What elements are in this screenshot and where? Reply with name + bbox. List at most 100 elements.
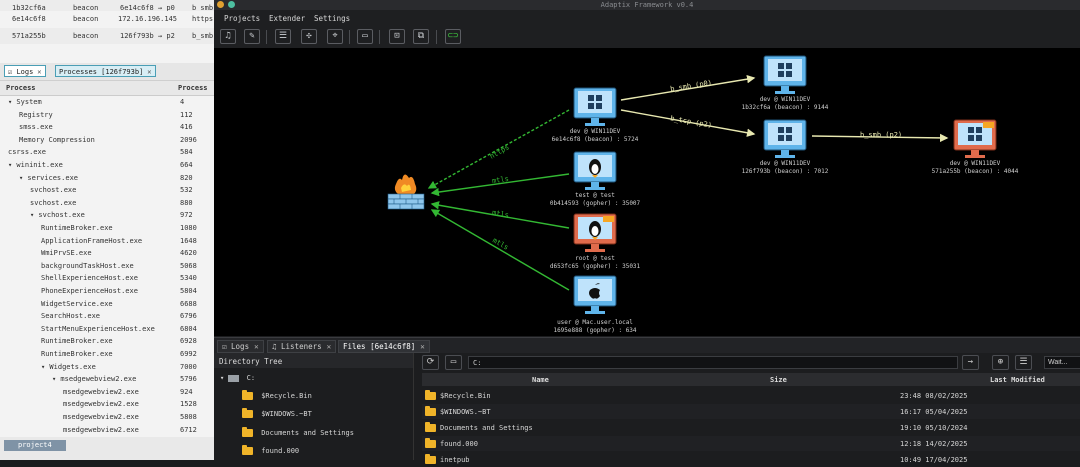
table-row[interactable]: $WINDOWS.~BT 16:17 05/04/2025 bbox=[422, 404, 1080, 419]
table-row[interactable]: ▾ services.exe 820 bbox=[0, 172, 214, 185]
table-row[interactable]: SearchHost.exe 6796 bbox=[0, 310, 214, 323]
node-label: dev @ WIN11DEV 126f793b (beacon) : 7012 bbox=[741, 160, 829, 175]
terminal-icon[interactable]: ▭ bbox=[357, 29, 373, 44]
windows-host-icon[interactable] bbox=[953, 119, 997, 158]
table-row[interactable]: WidgetService.exe 6688 bbox=[0, 298, 214, 311]
mac-host-icon[interactable] bbox=[573, 275, 617, 314]
table-row[interactable]: msedgewebview2.exe 6712 bbox=[0, 424, 214, 437]
file-name: Documents and Settings bbox=[440, 424, 533, 432]
table-row[interactable]: msedgewebview2.exe 924 bbox=[0, 386, 214, 399]
table-row[interactable]: ▾ Widgets.exe 7000 bbox=[0, 361, 214, 374]
process-pid: 5340 bbox=[180, 274, 197, 283]
tab-logs[interactable]: ☑ Logs ✕ bbox=[4, 65, 46, 77]
tab-listeners[interactable]: ♫ Listeners ✕ bbox=[267, 340, 337, 353]
close-icon[interactable]: ✕ bbox=[327, 342, 332, 351]
process-name: msedgewebview2.exe bbox=[63, 400, 139, 409]
session-graph: dev @ WIN11DEV 6e14c6f8 (beacon) : 5724 … bbox=[214, 48, 1080, 336]
arrow-right-icon[interactable]: → bbox=[962, 355, 979, 370]
tree-item[interactable]: Documents and Settings bbox=[242, 427, 354, 437]
tree-root[interactable]: ▾ C: bbox=[220, 374, 255, 382]
windows-host-icon[interactable] bbox=[573, 87, 617, 126]
process-pid: 584 bbox=[180, 148, 193, 157]
folder-open-icon[interactable]: ▭ bbox=[445, 355, 462, 370]
toolbar-separator bbox=[436, 30, 437, 44]
left-panel: 1b32cf6a beacon 6e14c6f8 → p0 b_smb 6e14… bbox=[0, 0, 214, 460]
path-input[interactable] bbox=[468, 356, 958, 369]
refresh-icon[interactable]: ⟳ bbox=[422, 355, 439, 370]
linux-host-icon[interactable] bbox=[573, 151, 617, 190]
table-row[interactable]: Registry 112 bbox=[0, 109, 214, 122]
table-row[interactable]: msedgewebview2.exe 5808 bbox=[0, 411, 214, 424]
menu-projects[interactable]: Projects bbox=[224, 14, 260, 23]
process-pid: 6992 bbox=[180, 350, 197, 358]
table-row[interactable]: ▾ System 4 bbox=[0, 96, 214, 109]
table-row[interactable]: $Recycle.Bin 23:48 08/02/2025 bbox=[422, 388, 1080, 403]
table-row[interactable]: 571a255b beacon 126f793b → p2 b_smb bbox=[0, 28, 214, 44]
table-row[interactable]: ▾ msedgewebview2.exe 5796 bbox=[0, 373, 214, 386]
tree-item[interactable]: found.000 bbox=[242, 445, 299, 455]
tree-item[interactable]: $Recycle.Bin bbox=[242, 390, 312, 400]
table-row[interactable]: msedgewebview2.exe 1528 bbox=[0, 398, 214, 411]
node-label: test @ test 0b414593 (gopher) : 35007 bbox=[549, 192, 641, 207]
menu-extender[interactable]: Extender bbox=[269, 14, 305, 23]
table-row[interactable]: found.000 12:18 14/02/2025 bbox=[422, 436, 1080, 451]
process-name: msedgewebview2.exe bbox=[63, 425, 139, 434]
close-icon[interactable]: ✕ bbox=[254, 342, 259, 351]
headphones-icon[interactable]: ♫ bbox=[220, 29, 236, 44]
screenshot-icon[interactable]: ⧉ bbox=[413, 29, 429, 44]
title-bar: Adaptix Framework v0.4 bbox=[214, 0, 1080, 10]
table-row[interactable]: ▾ svchost.exe 972 bbox=[0, 209, 214, 222]
table-row[interactable]: ▾ wininit.exe 664 bbox=[0, 159, 214, 172]
process-name: SearchHost.exe bbox=[41, 312, 101, 321]
list-icon[interactable]: ☰ bbox=[275, 29, 291, 44]
table-row[interactable]: StartMenuExperienceHost.exe 6804 bbox=[0, 323, 214, 336]
toolbar-separator bbox=[379, 30, 380, 44]
table-row[interactable]: WmiPrvSE.exe 4620 bbox=[0, 247, 214, 260]
table-row[interactable]: csrss.exe 584 bbox=[0, 146, 214, 159]
chevron-down-icon: ▾ bbox=[220, 374, 229, 382]
close-icon[interactable]: ✕ bbox=[37, 68, 41, 76]
windows-host-icon[interactable] bbox=[763, 119, 807, 158]
table-row[interactable]: RuntimeBroker.exe 1080 bbox=[0, 222, 214, 235]
process-name: svchost.exe bbox=[30, 186, 77, 195]
menu-settings[interactable]: Settings bbox=[314, 14, 350, 23]
table-row[interactable]: svchost.exe 532 bbox=[0, 184, 214, 197]
process-name: ▾ msedgewebview2.exe bbox=[52, 375, 137, 384]
table-row[interactable]: PhoneExperienceHost.exe 5804 bbox=[0, 285, 214, 298]
table-row[interactable]: RuntimeBroker.exe 6992 bbox=[0, 348, 214, 361]
process-pid: 6804 bbox=[180, 324, 197, 333]
process-name: PhoneExperienceHost.exe bbox=[41, 287, 138, 295]
close-icon[interactable]: ✕ bbox=[147, 68, 151, 76]
table-row[interactable]: ApplicationFrameHost.exe 1648 bbox=[0, 235, 214, 248]
listener-firewall-icon[interactable] bbox=[387, 174, 425, 210]
table-row[interactable]: Memory Compression 2096 bbox=[0, 134, 214, 147]
node-label: dev @ WIN11DEV 1b32cf6a (beacon) : 9144 bbox=[741, 96, 829, 111]
folder-icon bbox=[425, 390, 436, 400]
windows-host-icon[interactable] bbox=[763, 55, 807, 94]
close-icon[interactable]: ✕ bbox=[420, 342, 425, 351]
list-icon[interactable]: ☰ bbox=[1015, 355, 1032, 370]
table-row[interactable]: 6e14c6f8 beacon 172.16.196.145 https bbox=[0, 11, 214, 27]
upload-icon[interactable]: ⊕ bbox=[992, 355, 1009, 370]
table-row[interactable]: Documents and Settings 19:10 05/10/2024 bbox=[422, 420, 1080, 435]
tab-processes[interactable]: Processes [126f793b] ✕ bbox=[55, 65, 156, 77]
table-row[interactable]: smss.exe 416 bbox=[0, 121, 214, 134]
table-row[interactable]: svchost.exe 880 bbox=[0, 197, 214, 210]
process-pid: 1080 bbox=[180, 224, 197, 232]
linux-host-icon[interactable] bbox=[573, 213, 617, 252]
target-icon[interactable]: ⌖ bbox=[327, 29, 343, 44]
table-row[interactable]: ShellExperienceHost.exe 5340 bbox=[0, 272, 214, 285]
log-icon[interactable]: ⊡ bbox=[389, 29, 405, 44]
process-name: ▾ svchost.exe bbox=[30, 211, 85, 220]
project-tab[interactable]: project4 bbox=[4, 440, 66, 451]
process-pid: 532 bbox=[180, 186, 193, 195]
table-row[interactable]: RuntimeBroker.exe 6928 bbox=[0, 335, 214, 348]
graph-icon[interactable]: ✣ bbox=[301, 29, 317, 44]
process-name: backgroundTaskHost.exe bbox=[41, 261, 134, 270]
table-row[interactable]: backgroundTaskHost.exe 5068 bbox=[0, 260, 214, 273]
tab-files[interactable]: Files [6e14c6f8] ✕ bbox=[338, 340, 430, 353]
link-icon[interactable]: ⊂⊃ bbox=[445, 29, 461, 44]
edit-icon[interactable]: ✎ bbox=[244, 29, 260, 44]
tree-item[interactable]: $WINDOWS.~BT bbox=[242, 408, 312, 418]
tab-logs[interactable]: ☑ Logs ✕ bbox=[217, 340, 264, 353]
